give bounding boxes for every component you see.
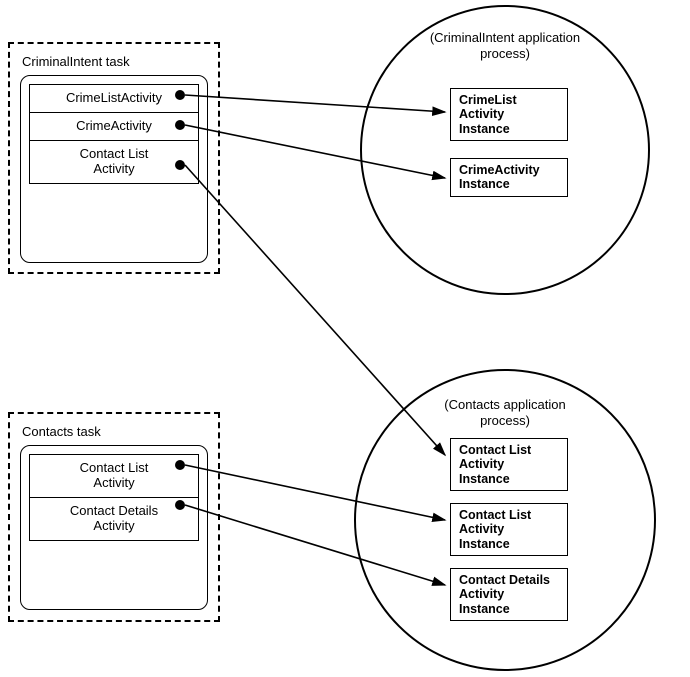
stack-box-1: CrimeListActivity CrimeActivity Contact … — [20, 75, 208, 263]
instance-box-p2-1: Contact List Activity Instance — [450, 503, 568, 556]
process-label-2: (Contacts application process) — [405, 397, 605, 430]
instance-box-p1-0: CrimeList Activity Instance — [450, 88, 568, 141]
stack-item-2-0: Contact List Activity — [29, 454, 199, 498]
task-box-criminalintent: CriminalIntent task CrimeListActivity Cr… — [8, 42, 220, 274]
arrow-task2-contactlist — [185, 465, 445, 520]
task-title-1: CriminalIntent task — [22, 54, 208, 69]
diagram-stage: CriminalIntent task CrimeListActivity Cr… — [0, 0, 690, 677]
arrow-crimeactivity — [185, 125, 445, 178]
task-box-contacts: Contacts task Contact List Activity Cont… — [8, 412, 220, 622]
stack-box-2: Contact List Activity Contact Details Ac… — [20, 445, 208, 610]
stack-item-1-2: Contact List Activity — [29, 141, 199, 184]
stack-item-1-0: CrimeListActivity — [29, 84, 199, 113]
arrow-task2-contactdetails — [185, 505, 445, 585]
instance-box-p2-2: Contact Details Activity Instance — [450, 568, 568, 621]
task-title-2: Contacts task — [22, 424, 208, 439]
stack-item-2-1: Contact Details Activity — [29, 498, 199, 541]
process-label-1: (CriminalIntent application process) — [405, 30, 605, 63]
stack-item-1-1: CrimeActivity — [29, 113, 199, 141]
instance-box-p2-0: Contact List Activity Instance — [450, 438, 568, 491]
arrow-crimelistactivity — [185, 95, 445, 112]
instance-box-p1-1: CrimeActivity Instance — [450, 158, 568, 197]
